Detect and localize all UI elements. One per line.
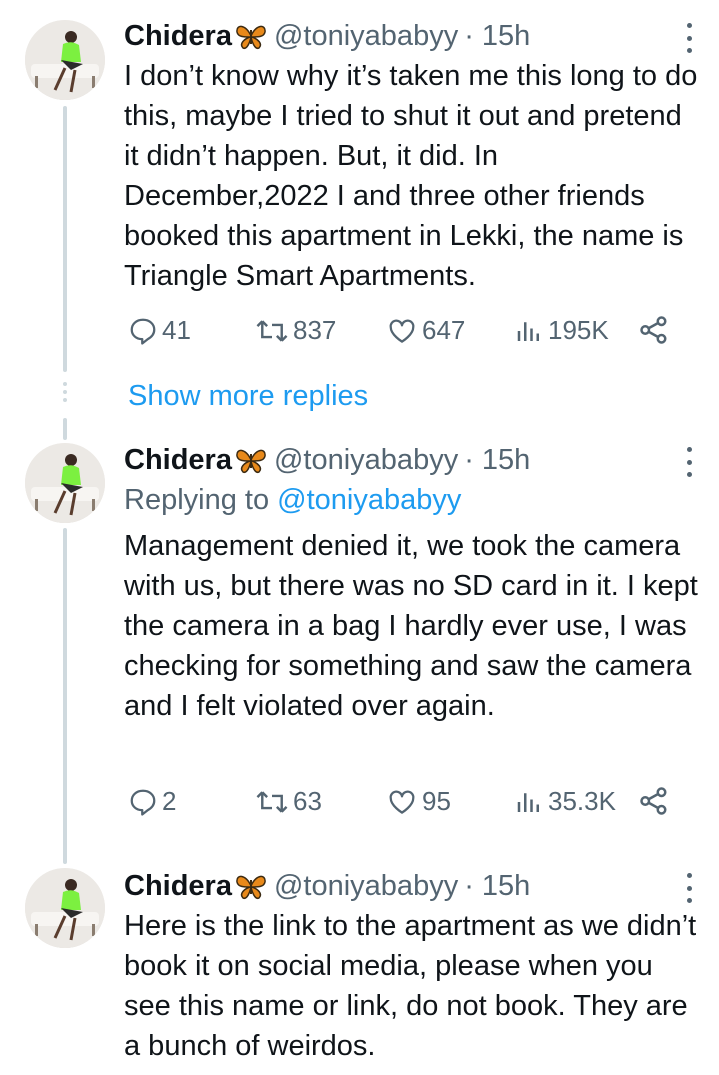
retweet-button[interactable]: 837 [255, 315, 336, 346]
avatar[interactable] [25, 443, 105, 523]
heart-icon [389, 319, 415, 343]
view-count: 195K [548, 315, 609, 345]
tweet-time: · 15h [464, 444, 531, 476]
more-options-button[interactable] [679, 23, 699, 53]
retweet-button[interactable]: 63 [255, 786, 322, 817]
more-options-button[interactable] [679, 873, 699, 903]
author-handle[interactable]: @toniyababyy [274, 869, 458, 903]
retweet-icon [256, 319, 288, 342]
butterfly-icon [236, 449, 266, 474]
author-name[interactable]: Chidera [124, 869, 232, 903]
replying-to-label: Replying to [124, 484, 270, 516]
thread-gap-dots [63, 382, 67, 406]
replying-to-handle[interactable]: @toniyababyy [277, 484, 461, 516]
author-handle[interactable]: @toniyababyy [274, 19, 458, 53]
retweet-count: 837 [293, 315, 337, 345]
reply-count: 41 [162, 315, 191, 345]
tweet-header: Chidera @toniyababyy · 15h [124, 443, 699, 477]
replying-to: Replying to @toniyababyy [124, 480, 699, 520]
author-handle[interactable]: @toniyababyy [274, 443, 458, 477]
like-button[interactable]: 647 [386, 315, 465, 346]
more-options-button[interactable] [679, 447, 699, 477]
thread-line [63, 418, 67, 440]
tweet[interactable]: Chidera @toniyababyy · 15h Replying to @… [124, 443, 699, 726]
thread-line [63, 106, 67, 372]
author-name[interactable]: Chidera [124, 443, 232, 477]
reply-count: 2 [162, 786, 177, 816]
tweet-text: Here is the link to the apartment as we … [124, 910, 697, 1062]
heart-icon [389, 790, 415, 814]
tweet-time: · 15h [464, 870, 531, 902]
reply-button[interactable]: 41 [128, 315, 191, 346]
views-icon [517, 792, 539, 812]
tweet-text: I don’t know why it’s taken me this long… [124, 60, 698, 292]
tweet-text: Management denied it, we took the camera… [124, 530, 698, 722]
tweet-time: · 15h [464, 20, 531, 52]
show-more-replies-link[interactable]: Show more replies [128, 380, 368, 413]
reply-button[interactable]: 2 [128, 786, 176, 817]
retweet-icon [256, 790, 288, 813]
tweet-header: Chidera @toniyababyy · 15h [124, 19, 699, 53]
share-icon [640, 316, 667, 344]
like-count: 647 [422, 315, 466, 345]
share-button[interactable] [638, 786, 674, 816]
author-name[interactable]: Chidera [124, 19, 232, 53]
view-count: 35.3K [548, 786, 616, 816]
butterfly-icon [236, 875, 266, 900]
tweet-header: Chidera @toniyababyy · 15h [124, 869, 699, 903]
reply-icon [130, 318, 156, 345]
views-button[interactable]: 35.3K [514, 786, 616, 817]
butterfly-icon [236, 25, 266, 50]
thread-line [63, 528, 67, 864]
avatar[interactable] [25, 868, 105, 948]
like-button[interactable]: 95 [386, 786, 451, 817]
views-icon [517, 321, 539, 341]
tweet[interactable]: Chidera @toniyababyy · 15h I don’t know … [124, 19, 699, 296]
share-icon [640, 787, 667, 815]
like-count: 95 [422, 786, 451, 816]
tweet[interactable]: Chidera @toniyababyy · 15h Here is the l… [124, 869, 699, 1066]
views-button[interactable]: 195K [514, 315, 609, 346]
share-button[interactable] [638, 315, 674, 345]
tweet-actions: 2 63 95 35.3K [128, 786, 673, 826]
avatar[interactable] [25, 20, 105, 100]
reply-icon [130, 789, 156, 816]
retweet-count: 63 [293, 786, 322, 816]
tweet-actions: 41 837 647 195K [128, 315, 673, 355]
